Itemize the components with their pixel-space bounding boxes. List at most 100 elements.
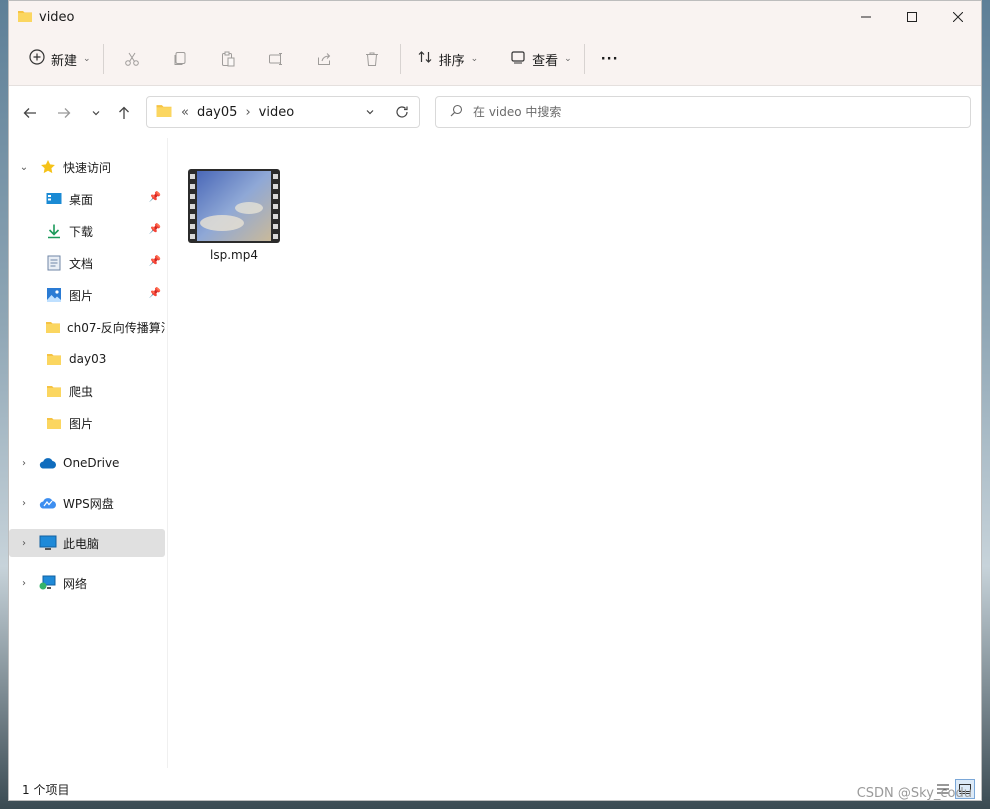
sidebar-item-this-pc[interactable]: › 此电脑 xyxy=(9,529,165,557)
breadcrumb-overflow[interactable]: « xyxy=(181,105,189,120)
chevron-right-icon[interactable]: › xyxy=(17,458,31,469)
sort-button[interactable]: 排序 ⌄ xyxy=(409,41,487,77)
document-icon xyxy=(45,254,63,272)
command-bar: 新建 ⌄ 排序 ⌄ 查看 ⌄ ··· xyxy=(9,33,981,86)
share-button[interactable] xyxy=(300,41,348,77)
picture-icon xyxy=(45,286,63,304)
sidebar-item-pictures[interactable]: 图片 📌 xyxy=(9,281,165,309)
chevron-down-icon: ⌄ xyxy=(470,54,479,64)
sidebar-item-crawler[interactable]: 爬虫 xyxy=(9,377,165,405)
chevron-down-icon[interactable]: ⌄ xyxy=(17,162,31,173)
toolbar-divider xyxy=(102,44,104,74)
window-title: video xyxy=(39,9,75,25)
arrow-right-icon xyxy=(58,108,71,118)
chevron-down-icon: ⌄ xyxy=(564,54,572,64)
sort-arrows-icon xyxy=(417,49,433,69)
sidebar-item-ch07[interactable]: ch07-反向传播算法 xyxy=(9,313,165,341)
folder-icon xyxy=(45,414,63,432)
new-button[interactable]: 新建 ⌄ xyxy=(21,41,99,77)
chevron-down-icon: ⌄ xyxy=(83,54,91,64)
pin-icon: 📌 xyxy=(148,256,161,267)
pin-icon: 📌 xyxy=(148,192,161,203)
sidebar-item-label: WPS网盘 xyxy=(63,496,114,511)
paste-button[interactable] xyxy=(204,41,252,77)
item-count: 1 个项目 xyxy=(22,782,70,797)
copy-icon xyxy=(174,52,186,65)
desktop-icon xyxy=(45,190,63,208)
close-button[interactable] xyxy=(935,1,981,33)
breadcrumb-video[interactable]: video xyxy=(259,105,295,120)
folder-icon xyxy=(45,382,63,400)
chevron-right-icon[interactable]: › xyxy=(17,538,31,549)
watermark: CSDN @Sky_codu xyxy=(856,786,972,801)
network-icon xyxy=(39,574,57,592)
toolbar-divider xyxy=(583,44,585,74)
maximize-button[interactable] xyxy=(889,1,935,33)
sidebar-item-network[interactable]: › 网络 xyxy=(9,569,165,597)
chevron-right-icon[interactable]: › xyxy=(17,498,31,509)
search-box[interactable] xyxy=(435,96,971,128)
video-file-icon xyxy=(187,168,281,244)
title-bar: video xyxy=(9,1,981,33)
sidebar-item-label: 图片 xyxy=(69,288,94,303)
sidebar-item-pictures-folder[interactable]: 图片 xyxy=(9,409,165,437)
new-label: 新建 xyxy=(51,53,78,69)
forward-button[interactable] xyxy=(51,100,77,126)
share-icon xyxy=(317,53,330,65)
address-dropdown-button[interactable] xyxy=(355,107,385,117)
pin-icon: 📌 xyxy=(148,288,161,299)
refresh-icon xyxy=(396,106,408,118)
chevron-right-icon[interactable]: › xyxy=(245,105,250,120)
add-circle-icon xyxy=(29,49,45,69)
download-icon xyxy=(45,222,63,240)
view-button[interactable]: 查看 ⌄ xyxy=(502,41,580,77)
status-bar: 1 个项目 xyxy=(9,777,981,801)
folder-icon xyxy=(45,350,63,368)
delete-button[interactable] xyxy=(348,41,396,77)
sidebar-item-label: 网络 xyxy=(63,576,88,591)
view-layout-icon xyxy=(510,49,526,69)
refresh-button[interactable] xyxy=(385,105,419,119)
sort-label: 排序 xyxy=(438,53,465,69)
sidebar-item-label: 爬虫 xyxy=(69,384,94,399)
minimize-button[interactable] xyxy=(843,1,889,33)
sidebar-item-quick-access[interactable]: ⌄ 快速访问 xyxy=(9,153,165,181)
sidebar-item-downloads[interactable]: 下载 📌 xyxy=(9,217,165,245)
more-options-button[interactable]: ··· xyxy=(593,41,627,77)
chevron-right-icon[interactable]: › xyxy=(17,578,31,589)
sidebar-item-documents[interactable]: 文档 📌 xyxy=(9,249,165,277)
wps-cloud-icon xyxy=(39,494,57,512)
chevron-down-icon xyxy=(366,110,374,115)
view-label: 查看 xyxy=(532,53,559,69)
sidebar-item-day03[interactable]: day03 xyxy=(9,345,165,373)
chevron-down-icon xyxy=(92,111,100,116)
breadcrumb-day05[interactable]: day05 xyxy=(197,105,237,120)
arrow-up-icon xyxy=(119,106,129,119)
up-button[interactable] xyxy=(111,100,137,126)
star-icon xyxy=(39,158,57,176)
rename-icon xyxy=(268,53,282,65)
sidebar-item-label: 桌面 xyxy=(69,192,94,207)
sidebar-item-onedrive[interactable]: › OneDrive xyxy=(9,449,165,477)
computer-icon xyxy=(39,534,57,552)
sidebar-item-desktop[interactable]: 桌面 📌 xyxy=(9,185,165,213)
address-bar[interactable]: « day05 › video xyxy=(146,96,420,128)
navigation-row: « day05 › video xyxy=(9,86,981,138)
sidebar-item-wps[interactable]: › WPS网盘 xyxy=(9,489,165,517)
navigation-pane: ⌄ 快速访问 桌面 📌 下载 📌 文档 📌 图片 📌 ch07-反向传播算法 d… xyxy=(9,146,167,766)
sidebar-item-label: 文档 xyxy=(69,256,94,271)
pin-icon: 📌 xyxy=(148,224,161,235)
copy-button[interactable] xyxy=(156,41,204,77)
search-input[interactable] xyxy=(471,104,945,120)
back-button[interactable] xyxy=(17,100,43,126)
folder-icon xyxy=(45,318,61,336)
recent-locations-button[interactable] xyxy=(83,100,109,126)
sidebar-item-label: 下载 xyxy=(69,224,94,239)
toolbar-divider xyxy=(399,44,401,74)
scissors-icon xyxy=(124,52,139,66)
search-icon xyxy=(450,104,463,120)
rename-button[interactable] xyxy=(252,41,300,77)
file-item[interactable]: lsp.mp4 xyxy=(186,168,282,268)
file-explorer-window: video 新建 ⌄ 排序 ⌄ 查看 ⌄ ··· « day05 › video… xyxy=(8,0,982,801)
cut-button[interactable] xyxy=(108,41,156,77)
